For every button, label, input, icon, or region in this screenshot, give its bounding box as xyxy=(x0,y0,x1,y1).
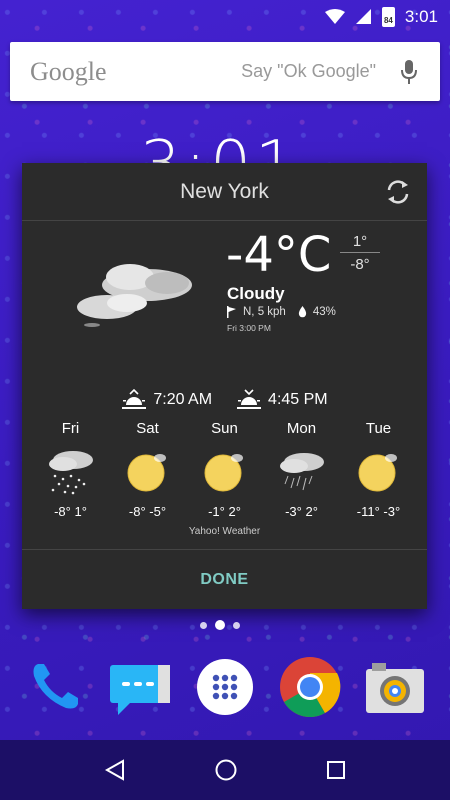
battery-level: 84 xyxy=(383,15,393,25)
recents-button[interactable] xyxy=(326,760,346,780)
humidity-drop-icon xyxy=(298,306,307,318)
page-indicator xyxy=(200,620,240,630)
sunny-icon xyxy=(127,454,166,492)
forecast-temps: -8° 1° xyxy=(54,504,87,519)
navigation-bar xyxy=(0,740,450,800)
wind: N, 5 kph xyxy=(243,306,286,318)
messenger-app-icon[interactable] xyxy=(108,655,172,719)
forecast-temps: -8° -5° xyxy=(128,504,167,519)
app-drawer-icon[interactable] xyxy=(193,655,257,719)
forecast-day: Fri -8° 1° xyxy=(36,420,106,519)
wifi-icon xyxy=(324,8,345,24)
forecast-temps: -11° -3° xyxy=(356,504,401,519)
sunset-time: 4:45 PM xyxy=(268,391,328,408)
sunrise-time: 7:20 AM xyxy=(153,391,213,408)
city-name: New York xyxy=(180,179,269,203)
forecast-day: Sun -1° 2° xyxy=(190,420,260,519)
sunrise-icon xyxy=(122,389,147,409)
dialog-footer: DONE xyxy=(22,549,427,609)
forecast-day: Mon -3° 2° xyxy=(267,420,337,519)
sunny-icon xyxy=(204,454,243,492)
snow-icon xyxy=(48,451,93,495)
page-dot xyxy=(233,621,240,629)
forecast-day-name: Sat xyxy=(136,420,159,437)
forecast-day: Tue -11° -3° xyxy=(344,420,414,519)
mic-icon[interactable] xyxy=(400,59,418,85)
wind-flag-icon xyxy=(227,306,236,318)
chrome-app-icon[interactable] xyxy=(278,655,342,719)
weather-condition: Cloudy xyxy=(227,284,285,303)
sunset: 4:45 PM xyxy=(236,389,328,411)
weather-dialog: New York -4°C 1° -8° Cloudy N, 5 kph 43%… xyxy=(22,163,427,609)
sunset-icon xyxy=(237,389,262,409)
camera-app-icon[interactable] xyxy=(363,655,427,719)
page-dot-active xyxy=(215,620,225,630)
refresh-icon[interactable] xyxy=(383,177,413,207)
forecast-temps: -1° 2° xyxy=(208,504,241,519)
forecast-list: Fri -8° 1° Sat -8° -5° Sun -1° 2° Mon -3… xyxy=(22,420,427,519)
forecast-day-name: Tue xyxy=(365,420,392,437)
sun-times: 7:20 AM 4:45 PM xyxy=(22,389,427,411)
done-button[interactable]: DONE xyxy=(200,571,248,589)
sunrise: 7:20 AM xyxy=(121,389,212,411)
signal-icon xyxy=(355,9,371,24)
cloudy-icon xyxy=(77,264,192,327)
forecast-day: Sat -8° -5° xyxy=(113,420,183,519)
high-low: 1° -8° xyxy=(340,233,380,273)
status-bar: 84 3:01 xyxy=(0,0,450,33)
dock xyxy=(0,655,450,725)
status-time: 3:01 xyxy=(404,6,438,26)
page-dot xyxy=(200,621,207,629)
rain-icon xyxy=(279,453,324,491)
high-temperature: 1° xyxy=(340,233,380,253)
low-temperature: -8° xyxy=(350,256,370,273)
search-hint: Say "Ok Google" xyxy=(241,61,376,81)
battery-icon: 84 xyxy=(381,6,395,27)
home-button[interactable] xyxy=(214,758,238,782)
phone-app-icon[interactable] xyxy=(23,655,87,719)
google-logo: Google xyxy=(30,56,107,86)
google-search-bar[interactable]: Google Say "Ok Google" xyxy=(10,42,440,101)
dialog-header: New York xyxy=(22,163,427,221)
last-updated: Fri 3:00 PM xyxy=(227,323,271,333)
back-button[interactable] xyxy=(104,759,126,781)
forecast-day-name: Mon xyxy=(286,420,317,437)
humidity: 43% xyxy=(312,306,336,318)
current-temperature: -4°C xyxy=(226,227,332,283)
sunny-icon xyxy=(358,454,397,492)
forecast-day-name: Sun xyxy=(211,420,238,437)
forecast-temps: -3° 2° xyxy=(285,504,318,519)
weather-provider: Yahoo! Weather xyxy=(188,526,261,537)
forecast-day-name: Fri xyxy=(61,420,80,437)
weather-details: N, 5 kph 43% xyxy=(227,306,336,318)
